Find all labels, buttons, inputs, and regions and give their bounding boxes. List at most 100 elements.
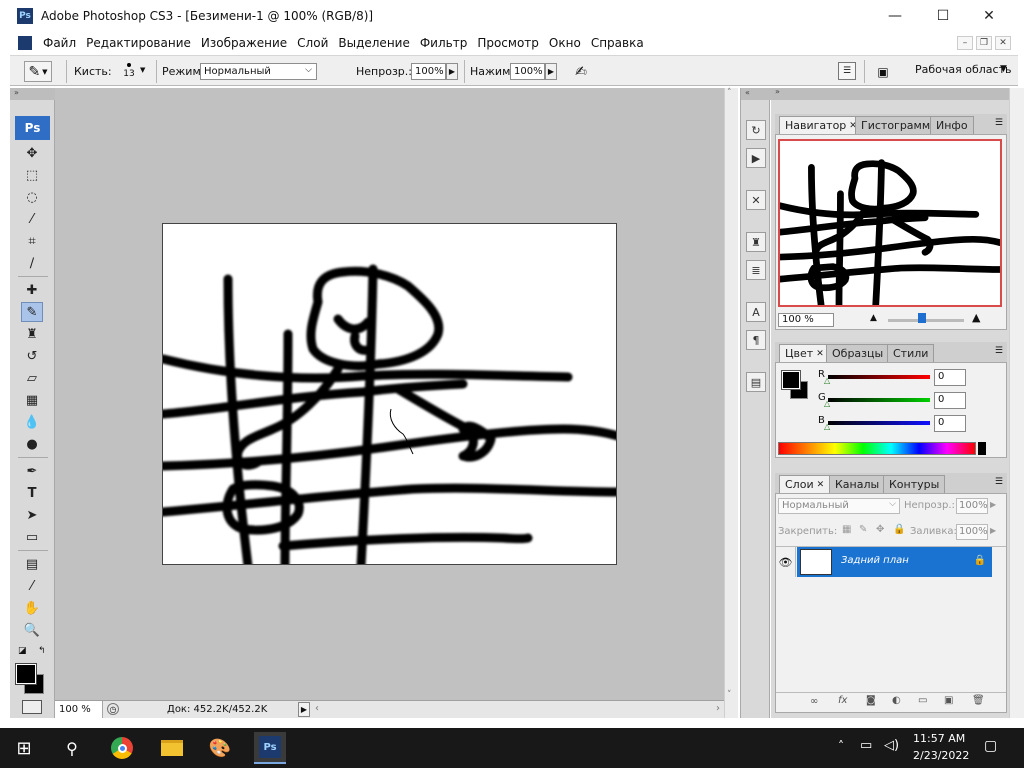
flow-input[interactable]: 100% bbox=[510, 63, 545, 80]
menu-view[interactable]: Просмотр bbox=[472, 36, 544, 50]
type-tool-icon[interactable]: T bbox=[21, 483, 43, 503]
delete-layer-icon[interactable]: 🗑 bbox=[972, 695, 985, 706]
photoshop-taskbar-button[interactable]: Ps bbox=[254, 732, 286, 764]
pen-tool-icon[interactable]: ✒ bbox=[21, 461, 43, 481]
menu-filter[interactable]: Фильтр bbox=[415, 36, 472, 50]
chevron-up-icon[interactable]: ˄ bbox=[838, 739, 844, 753]
status-menu-button[interactable]: ▶ bbox=[298, 702, 310, 717]
chrome-icon[interactable] bbox=[108, 734, 136, 762]
navigator-preview[interactable] bbox=[778, 139, 1002, 307]
photoshop-logo[interactable]: Ps bbox=[15, 116, 50, 140]
vertical-scrollbar[interactable]: ˄ ˅ bbox=[724, 88, 738, 718]
document-workspace[interactable] bbox=[55, 88, 724, 700]
menu-select[interactable]: Выделение bbox=[333, 36, 414, 50]
adjustment-layer-icon[interactable]: ◐ bbox=[892, 695, 901, 706]
zoom-in-icon[interactable]: ▲ bbox=[972, 311, 980, 324]
zoom-out-icon[interactable]: ▲ bbox=[870, 313, 877, 323]
red-slider[interactable] bbox=[828, 375, 930, 379]
healing-brush-tool-icon[interactable]: ✚ bbox=[21, 280, 43, 300]
gradient-tool-icon[interactable]: ▦ bbox=[21, 390, 43, 410]
actions-panel-icon[interactable]: ▶ bbox=[746, 148, 766, 168]
navigator-zoom-input[interactable]: 100 % bbox=[778, 313, 834, 327]
tab-color[interactable]: Цвет ✕ bbox=[779, 344, 830, 362]
layer-comps-icon[interactable]: ▤ bbox=[746, 372, 766, 392]
lock-pixels-icon[interactable]: ✎ bbox=[859, 524, 867, 535]
search-icon[interactable]: ⚲ bbox=[58, 734, 86, 762]
default-colors-icon[interactable]: ◪ bbox=[18, 646, 27, 656]
marquee-tool-icon[interactable]: ⬚ bbox=[21, 165, 43, 185]
menu-help[interactable]: Справка bbox=[586, 36, 649, 50]
tab-paths[interactable]: Контуры bbox=[883, 475, 946, 493]
volume-icon[interactable]: ◁) bbox=[884, 738, 899, 753]
lock-position-icon[interactable]: ✥ bbox=[876, 524, 884, 535]
color-ramp[interactable] bbox=[778, 442, 976, 455]
slider-thumb-icon[interactable]: △ bbox=[824, 399, 830, 408]
layer-opacity-input[interactable]: 100% bbox=[956, 498, 988, 514]
foreground-color-swatch[interactable] bbox=[15, 663, 37, 685]
doc-minimize-button[interactable]: – bbox=[957, 36, 973, 50]
document-icon[interactable] bbox=[18, 35, 32, 50]
layer-mask-icon[interactable]: ◙ bbox=[866, 695, 876, 706]
swap-colors-icon[interactable]: ↰ bbox=[38, 646, 46, 656]
fill-input[interactable]: 100% bbox=[956, 524, 988, 540]
clone-source-icon[interactable]: ♜ bbox=[746, 232, 766, 252]
green-value-input[interactable]: 0 bbox=[934, 392, 966, 409]
workspace-label[interactable]: Рабочая область bbox=[915, 63, 1011, 76]
green-slider[interactable] bbox=[828, 398, 930, 402]
layer-style-icon[interactable]: fx bbox=[838, 695, 847, 706]
menu-window[interactable]: Окно bbox=[544, 36, 586, 50]
brushes-panel-icon[interactable]: ≣ bbox=[746, 260, 766, 280]
new-layer-icon[interactable]: ▣ bbox=[944, 695, 953, 706]
menu-file[interactable]: Файл bbox=[38, 36, 81, 50]
notes-tool-icon[interactable]: ▤ bbox=[21, 554, 43, 574]
menu-layer[interactable]: Слой bbox=[292, 36, 333, 50]
collapse-arrows-icon[interactable]: » bbox=[10, 88, 55, 100]
close-button[interactable]: ✕ bbox=[966, 0, 1012, 32]
opacity-slider-button[interactable]: ▶ bbox=[446, 63, 458, 80]
shape-tool-icon[interactable]: ▭ bbox=[21, 527, 43, 547]
collapse-arrows-icon[interactable]: » bbox=[775, 87, 780, 96]
eraser-tool-icon[interactable]: ▱ bbox=[21, 368, 43, 388]
zoom-tool-icon[interactable]: 🔍 bbox=[21, 620, 43, 640]
panel-menu-icon[interactable]: ☰ bbox=[995, 118, 1003, 128]
tab-styles[interactable]: Стили bbox=[887, 344, 935, 362]
tab-info[interactable]: Инфо bbox=[930, 116, 974, 134]
scroll-down-icon[interactable]: ˅ bbox=[727, 690, 732, 700]
eye-icon[interactable]: 👁 bbox=[776, 547, 796, 577]
windows-start-icon[interactable]: ⊞ bbox=[10, 734, 38, 762]
zoom-field[interactable]: 100 % bbox=[55, 701, 103, 718]
paint-icon[interactable]: 🎨 bbox=[206, 734, 234, 762]
blend-mode-select[interactable]: Нормальный ⌵ bbox=[778, 498, 900, 514]
brush-tool-icon[interactable]: ✎ bbox=[21, 302, 43, 322]
clock-time[interactable]: 11:57 AM bbox=[913, 732, 965, 745]
right-scrollbar[interactable] bbox=[1009, 88, 1024, 718]
history-brush-tool-icon[interactable]: ↺ bbox=[21, 346, 43, 366]
close-icon[interactable]: ✕ bbox=[816, 349, 824, 359]
layer-row-background[interactable]: Задний план 🔒 bbox=[797, 547, 992, 577]
lock-transparency-icon[interactable]: ▦ bbox=[842, 524, 851, 535]
path-selection-tool-icon[interactable]: ➤ bbox=[21, 505, 43, 525]
lock-all-icon[interactable]: 🔒 bbox=[893, 524, 905, 535]
dodge-tool-icon[interactable]: ● bbox=[21, 434, 43, 454]
hand-tool-icon[interactable]: ✋ bbox=[21, 598, 43, 618]
blur-tool-icon[interactable]: 💧 bbox=[21, 412, 43, 432]
paragraph-panel-icon[interactable]: ¶ bbox=[746, 330, 766, 350]
opacity-slider-button[interactable]: ▶ bbox=[990, 500, 996, 509]
tab-swatches[interactable]: Образцы bbox=[826, 344, 890, 362]
clone-stamp-tool-icon[interactable]: ♜ bbox=[21, 324, 43, 344]
tab-navigator[interactable]: Навигатор ✕ bbox=[779, 116, 863, 134]
scroll-left-icon[interactable]: ‹ bbox=[315, 703, 319, 714]
mode-select[interactable]: Нормальный ⌵ bbox=[200, 63, 317, 80]
magic-wand-tool-icon[interactable]: ⁄ bbox=[21, 209, 43, 229]
network-icon[interactable]: ▭ bbox=[860, 738, 872, 753]
color-ramp-black[interactable] bbox=[978, 442, 986, 455]
opacity-input[interactable]: 100% bbox=[411, 63, 446, 80]
palette-well-icon[interactable]: ☰ bbox=[838, 62, 856, 80]
eyedropper-tool-icon[interactable]: ⁄ bbox=[21, 576, 43, 596]
blue-value-input[interactable]: 0 bbox=[934, 415, 966, 432]
move-tool-icon[interactable]: ✥ bbox=[21, 143, 43, 163]
panel-menu-icon[interactable]: ☰ bbox=[995, 477, 1003, 487]
tool-presets-icon[interactable]: ✕ bbox=[746, 190, 766, 210]
lasso-tool-icon[interactable]: ◌ bbox=[21, 187, 43, 207]
doc-restore-button[interactable]: ❐ bbox=[976, 36, 992, 50]
